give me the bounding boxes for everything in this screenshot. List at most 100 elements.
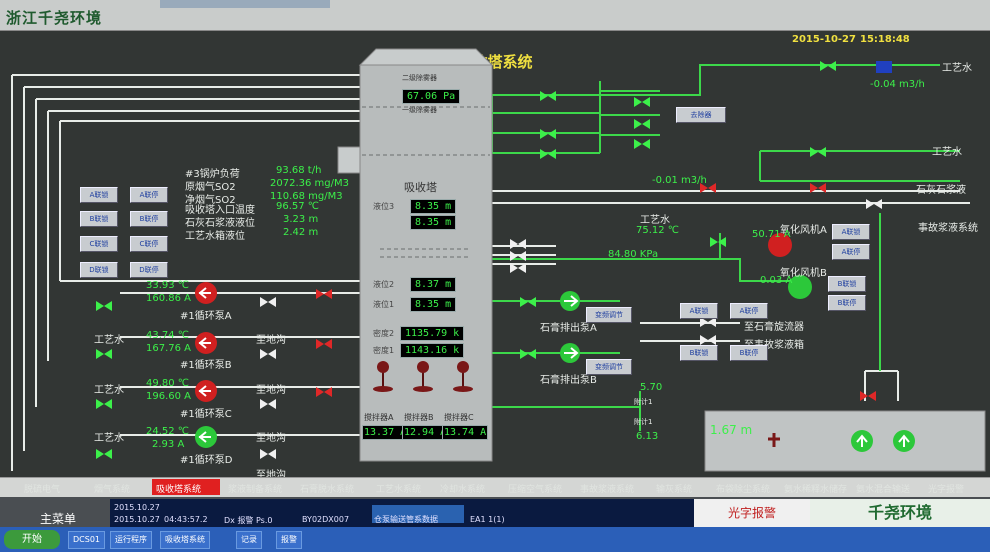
main-menu-button[interactable]: 主菜单 <box>40 510 76 527</box>
tab-process-water[interactable]: 工艺水系统 <box>376 482 421 495</box>
alarm-button[interactable]: 光字报警 <box>694 499 810 527</box>
event-date: 2015.10.27 <box>114 503 160 512</box>
event-date-2: 2015.10.27 <box>114 515 160 524</box>
readout-value-6: 2.42 m <box>283 227 319 238</box>
remove-button[interactable]: 去除器 <box>676 107 726 123</box>
pump-c-stop-button[interactable]: C联停 <box>130 236 168 252</box>
event-desc: 仓泵输送管系数据 <box>374 515 438 524</box>
water2-label: 工艺水 <box>932 147 962 158</box>
fan-b-current: 0.03 A <box>760 275 793 286</box>
fan-a-interlock-button[interactable]: A联锁 <box>832 224 870 240</box>
pump-a-interlock-button[interactable]: A联锁 <box>80 187 118 203</box>
event-device: Dx 报警 Ps.0 <box>224 516 273 525</box>
pump-c-current: 196.60 A <box>146 391 192 402</box>
agitator-c-label: 搅拌器C <box>444 413 474 422</box>
meter-bottom-value: 6.13 <box>636 431 659 442</box>
agitator-a-label: 搅拌器A <box>364 413 394 422</box>
tower-pressure: 67.06 Pa <box>402 89 461 104</box>
top-water-label: 工艺水 <box>942 63 972 74</box>
taskbar-item-1[interactable]: DCS01 <box>68 531 106 549</box>
gypsum-a-stop-button[interactable]: A联停 <box>730 303 768 319</box>
tab-bag-filter[interactable]: 布袋除尘系统 <box>716 482 770 495</box>
pump-c-interlock-button[interactable]: C联锁 <box>80 236 118 252</box>
readout-value-1: 93.68 t/h <box>276 165 322 176</box>
demister-1-label: 一级除雾器 <box>402 106 437 114</box>
fan-b-interlock-button[interactable]: B联锁 <box>828 276 866 292</box>
tab-flue-gas[interactable]: 烟气系统 <box>94 482 130 495</box>
tab-compressed-air[interactable]: 压缩空气系统 <box>508 482 562 495</box>
pump-c-water: 工艺水 <box>94 433 124 444</box>
pump-a-stop-button[interactable]: A联停 <box>130 187 168 203</box>
taskbar-item-5[interactable]: 报警 <box>276 531 302 549</box>
start-button[interactable]: 开始 <box>4 530 60 549</box>
agitator-c-value: 13.74 A <box>442 425 489 440</box>
level2: 8.37 m <box>410 277 457 292</box>
pump-a-current: 160.86 A <box>146 293 192 304</box>
to-cyclone-label: 至石膏旋流器 <box>744 322 804 333</box>
density2: 1135.79 k <box>400 326 465 341</box>
tab-ash-conveying[interactable]: 输灰系统 <box>656 482 692 495</box>
density1-label: 密度1 <box>373 346 395 355</box>
tab-gypsum-dewatering[interactable]: 石膏脱水系统 <box>300 482 354 495</box>
pump-b-name[interactable]: #1循环泵B <box>180 356 232 371</box>
pump-b-current: 167.76 A <box>146 343 192 354</box>
tab-ammonia-storage[interactable]: 氨水稀释水储存 <box>784 482 847 495</box>
level3-b: 8.35 m <box>410 215 457 230</box>
fan-a-stop-button[interactable]: A联停 <box>832 244 870 260</box>
gypsum-b-interlock-button[interactable]: B联锁 <box>680 345 718 361</box>
pump-d-interlock-button[interactable]: D联锁 <box>80 262 118 278</box>
pump-a-name[interactable]: #1循环泵A <box>180 307 232 322</box>
level1: 8.35 m <box>410 297 457 312</box>
meter-label-top: 附计1 <box>634 398 653 406</box>
pump-d-current: 2.93 A <box>152 439 185 450</box>
gypsum-a-interlock-button[interactable]: A联锁 <box>680 303 718 319</box>
tab-slurry-prep[interactable]: 浆液制备系统 <box>228 482 282 495</box>
tab-cooling-water[interactable]: 冷却水系统 <box>440 482 485 495</box>
event-table: 2015.10.27 2015.10.27 04:43:57.2 Dx 报警 P… <box>110 499 694 527</box>
pump-d-name[interactable]: #1循环泵D <box>180 451 232 466</box>
density2-label: 密度2 <box>373 329 395 338</box>
pump-d-stop-button[interactable]: D联停 <box>130 262 168 278</box>
pump-a-temp: 33.93 ℃ <box>146 280 190 291</box>
water3-label: 工艺水 <box>640 215 670 226</box>
process-screen: 吸收塔系统 2015-10-27 15:18:48 二级除雾器 67.06 Pa… <box>0 31 990 481</box>
tab-desulfurization-electric[interactable]: 脱硫电气 <box>24 482 60 495</box>
system-tab-bar: 脱硫电气 烟气系统 吸收塔系统 浆液制备系统 石膏脱水系统 工艺水系统 冷却水系… <box>0 477 990 498</box>
pump-b-temp: 43.74 ℃ <box>146 330 190 341</box>
readout-value-4: 96.57 ℃ <box>276 201 320 212</box>
pump-c-name[interactable]: #1循环泵C <box>180 405 232 420</box>
fan-b-stop-button[interactable]: B联停 <box>828 295 866 311</box>
limestone-label: 石灰石浆液 <box>916 185 966 196</box>
taskbar-item-4[interactable]: 记录 <box>236 531 262 549</box>
taskbar-item-3[interactable]: 吸收塔系统 <box>160 531 210 549</box>
company-logo: 千尧环境 <box>810 499 990 527</box>
water3-temp: 75.12 ℃ <box>636 225 680 236</box>
tab-absorber-active[interactable]: 吸收塔系统 <box>152 479 220 495</box>
event-desc-cell[interactable]: 仓泵输送管系数据 <box>372 505 464 524</box>
pump-c-drain: 至地沟 <box>256 433 286 444</box>
pump-b-interlock-button[interactable]: B联锁 <box>80 211 118 227</box>
pump-b-water: 工艺水 <box>94 385 124 396</box>
window-titlebar: 浙江千尧环境 <box>0 0 990 31</box>
pump-a-drain: 至地沟 <box>256 335 286 346</box>
demister-2-label: 二级除雾器 <box>402 74 437 82</box>
tab-ammonia-mixing[interactable]: 氨水混合输送 <box>856 482 910 495</box>
density1: 1143.16 k <box>400 343 465 358</box>
readout-value-5: 3.23 m <box>283 214 319 225</box>
tank-level: 1.67 m <box>710 423 753 437</box>
agitator-b-label: 搅拌器B <box>404 413 434 422</box>
gypsum-a-freq-button[interactable]: 变频调节 <box>586 307 632 323</box>
gypsum-b-stop-button[interactable]: B联停 <box>730 345 768 361</box>
tab-alarm-panel[interactable]: 光字报警 <box>928 482 964 495</box>
tab-absorber-label: 吸收塔系统 <box>156 485 202 495</box>
pump-c-temp: 49.80 ℃ <box>146 378 190 389</box>
taskbar-item-2[interactable]: 运行程序 <box>110 531 152 549</box>
tab-accident-slurry[interactable]: 事故浆液系统 <box>580 482 634 495</box>
gypsum-b-freq-button[interactable]: 变频调节 <box>586 359 632 375</box>
pump-b-stop-button[interactable]: B联停 <box>130 211 168 227</box>
fan-a-current: 50.71 A <box>752 229 791 240</box>
pressure-readout: 84.80 KPa <box>608 249 659 260</box>
pump-a-water: 工艺水 <box>94 335 124 346</box>
toolbar-strip[interactable] <box>160 0 330 8</box>
event-code: EA1 1(1) <box>470 515 505 524</box>
